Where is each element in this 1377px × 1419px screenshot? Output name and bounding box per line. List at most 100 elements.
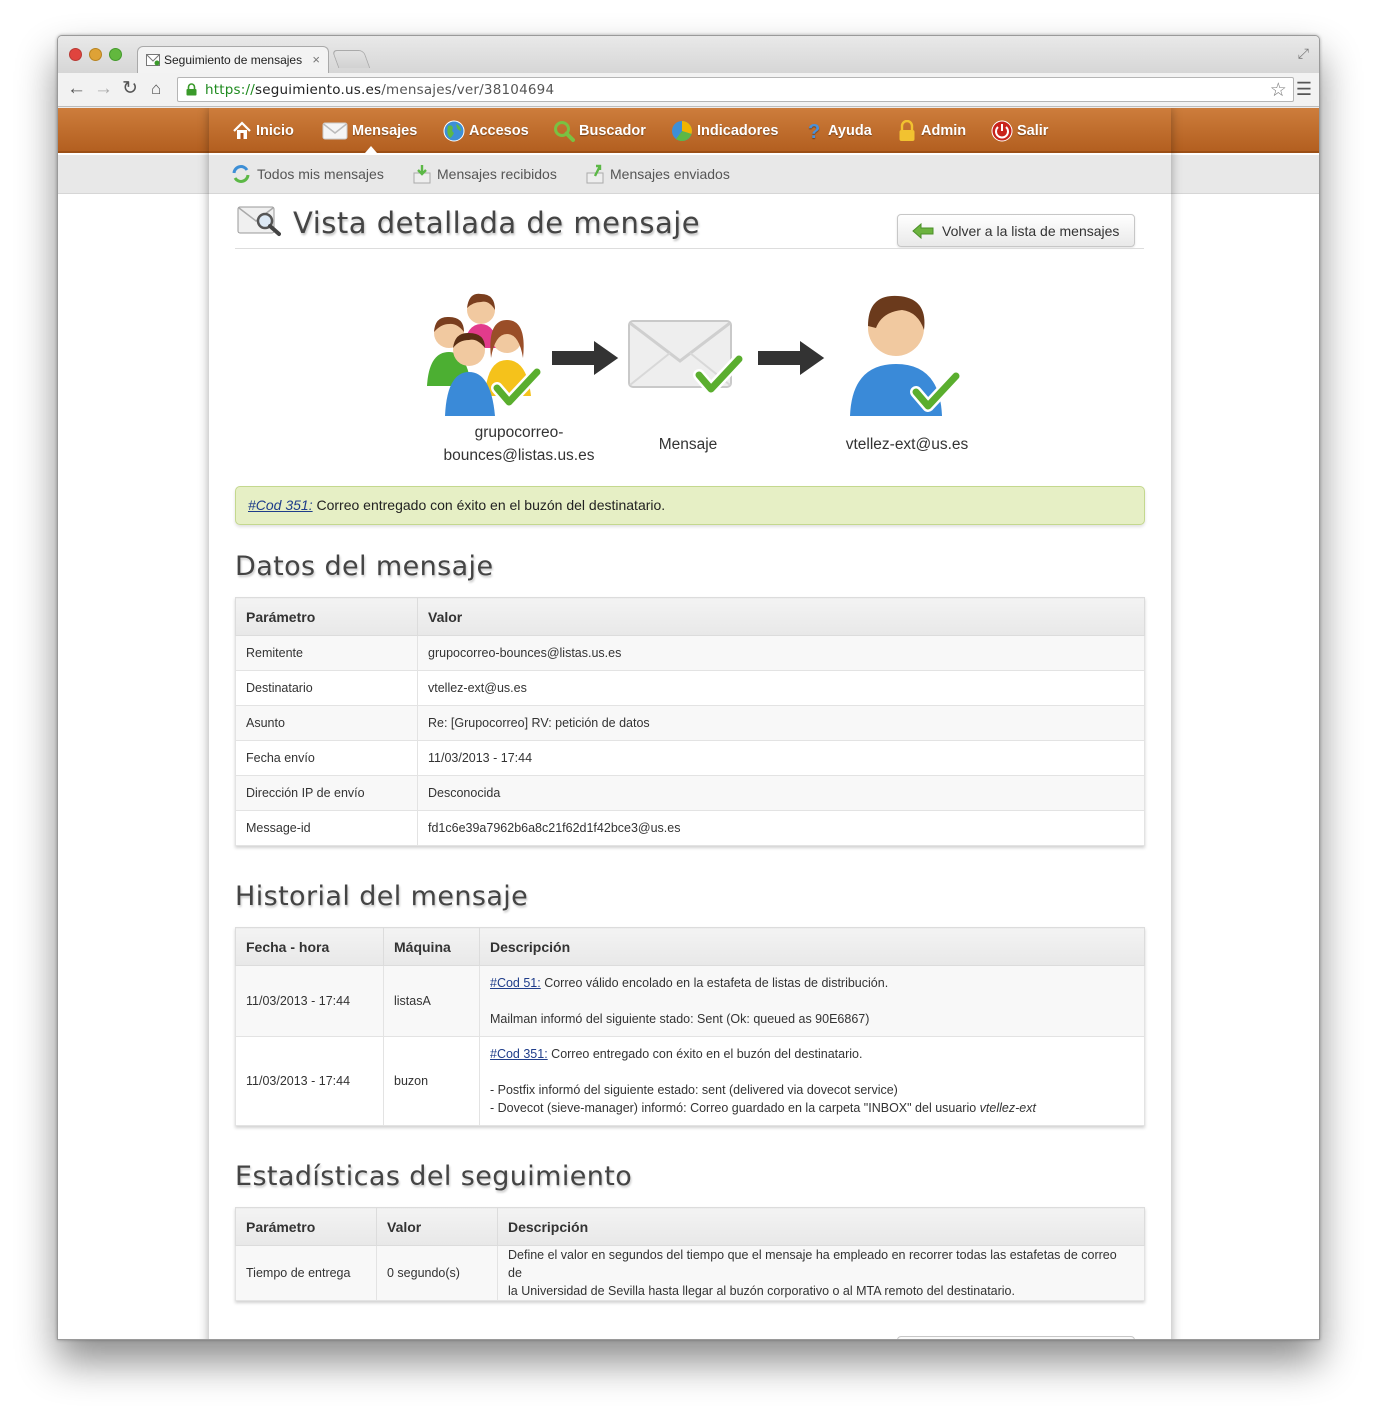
browser-tab[interactable]: Seguimiento de mensajes × [137, 46, 329, 74]
window-close-button[interactable] [69, 48, 82, 61]
column-header: Fecha - hora [235, 927, 384, 966]
tab-close-icon[interactable]: × [312, 52, 320, 67]
detail-line: - Dovecot (sieve-manager) informó: Corre… [490, 1101, 980, 1115]
nav-item-admin[interactable]: Admin [897, 119, 966, 143]
value-cell: 0 segundo(s) [376, 1245, 498, 1301]
nav-item-buscador[interactable]: Buscador [553, 119, 646, 143]
param-cell: Dirección IP de envío [235, 775, 418, 811]
column-header: Descripción [497, 1207, 1145, 1246]
table-header-row: Parámetro Valor [235, 597, 1145, 636]
nav-item-salir[interactable]: Salir [991, 119, 1048, 143]
url-host: seguimiento.us.es [255, 82, 382, 98]
back-arrow-icon[interactable]: ← [67, 78, 86, 100]
window-minimize-button[interactable] [89, 48, 102, 61]
table-row: Fecha envío 11/03/2013 - 17:44 [235, 740, 1145, 776]
group-users-icon [427, 293, 543, 416]
nav-label: Inicio [256, 123, 294, 139]
nav-label: Admin [921, 123, 967, 139]
page-title: Vista detallada de mensaje [293, 206, 701, 240]
historial-table: Fecha - hora Máquina Descripción 11/03/2… [235, 927, 1145, 1126]
sender-line-1: grupocorreo- [474, 424, 564, 441]
machine-cell: listasA [383, 965, 480, 1037]
description-cell: Define el valor en segundos del tiempo q… [497, 1245, 1145, 1301]
nav-item-ayuda[interactable]: ? Ayuda [806, 119, 872, 143]
nav-label: Buscador [579, 123, 646, 139]
value-cell: Desconocida [417, 775, 1145, 811]
alert-text: Correo entregado con éxito en el buzón d… [312, 497, 666, 513]
nav-item-mensajes[interactable]: Mensajes [322, 119, 417, 143]
svg-text:?: ? [808, 121, 820, 142]
nav-item-inicio[interactable]: Inicio [232, 119, 294, 143]
description-cell: #Cod 351: Correo entregado con éxito en … [479, 1036, 1145, 1126]
estadisticas-section-title: Estadísticas del seguimiento [235, 1161, 633, 1192]
magnifier-icon [554, 121, 575, 142]
browser-window: Seguimiento de mensajes × ⤢ ← → ↻ ⌂ http… [57, 35, 1320, 1340]
estadisticas-table: Parámetro Valor Descripción Tiempo de en… [235, 1207, 1145, 1301]
description-line: la Universidad de Sevilla hasta llegar a… [508, 1284, 1015, 1298]
help-icon: ? [808, 121, 820, 142]
active-menu-caret [365, 146, 377, 153]
browser-menu-icon[interactable]: ☰ [1296, 79, 1312, 100]
subnav-enviados[interactable]: Mensajes enviados [586, 162, 730, 186]
code-link[interactable]: #Cod 51: [490, 976, 541, 990]
detail-line: - Postfix informó del siguiente estado: … [490, 1083, 898, 1097]
nav-item-accesos[interactable]: Accesos [443, 119, 529, 143]
status-alert: #Cod 351: Correo entregado con éxito en … [235, 486, 1145, 525]
recipient-user-icon [850, 295, 962, 416]
column-header: Descripción [479, 927, 1145, 966]
column-header: Máquina [383, 927, 480, 966]
lock-icon [899, 120, 915, 141]
column-header: Parámetro [235, 1207, 377, 1246]
outbox-upload-icon [586, 164, 604, 184]
param-cell: Asunto [235, 705, 418, 741]
favicon-icon [146, 54, 160, 66]
globe-icon [443, 120, 465, 142]
code-text: Correo válido encolado en la estafeta de… [540, 976, 889, 990]
flow-sender-label: grupocorreo- bounces@listas.us.es [419, 421, 619, 467]
subnav-recibidos[interactable]: Mensajes recibidos [413, 162, 557, 186]
power-icon [991, 120, 1013, 142]
window-maximize-button[interactable] [109, 48, 122, 61]
datos-section-title: Datos del mensaje [235, 551, 494, 582]
value-cell: 11/03/2013 - 17:44 [417, 740, 1145, 776]
date-cell: 11/03/2013 - 17:44 [235, 1036, 384, 1126]
table-row: Tiempo de entrega 0 segundo(s) Define el… [235, 1245, 1145, 1301]
envelope-icon [322, 122, 348, 140]
alert-code-link[interactable]: #Cod 351: [248, 497, 313, 513]
content-column: Inicio Mensajes Accesos Buscador Indicad… [209, 108, 1171, 1339]
arrow-right-icon [756, 337, 828, 379]
home-button-icon[interactable]: ⌂ [151, 78, 161, 100]
bottom-back-button[interactable] [897, 1336, 1135, 1339]
column-header: Valor [376, 1207, 498, 1246]
column-header: Valor [417, 597, 1145, 636]
address-bar[interactable]: https://seguimiento.us.es/mensajes/ver/3… [177, 77, 1294, 102]
reload-icon[interactable]: ↻ [122, 78, 138, 100]
forward-arrow-icon[interactable]: → [94, 78, 113, 100]
fullscreen-icon[interactable]: ⤢ [1298, 45, 1309, 62]
subnav-todos[interactable]: Todos mis mensajes [231, 162, 384, 186]
param-cell: Remitente [235, 635, 418, 671]
url-scheme: https:// [205, 82, 255, 98]
table-row: Remitente grupocorreo-bounces@listas.us.e… [235, 635, 1145, 671]
param-cell: Destinatario [235, 670, 418, 706]
value-cell: fd1c6e39a7962b6a8c21f62d1f42bce3@us.es [417, 810, 1145, 846]
nav-item-indicadores[interactable]: Indicadores [671, 119, 778, 143]
bookmark-star-icon[interactable]: ☆ [1270, 79, 1287, 101]
param-cell: Tiempo de entrega [235, 1245, 377, 1301]
nav-label: Ayuda [828, 123, 872, 139]
url-path: /mensajes/ver/38104694 [381, 82, 555, 98]
detail-line: Mailman informó del siguiente stado: Sen… [490, 1012, 870, 1026]
table-row: 11/03/2013 - 17:44 listasA #Cod 51: Corr… [235, 965, 1145, 1037]
home-icon [233, 121, 251, 139]
code-link[interactable]: #Cod 351: [490, 1047, 548, 1061]
description-line: Define el valor en segundos del tiempo q… [508, 1248, 1117, 1280]
value-cell: grupocorreo-bounces@listas.us.es [417, 635, 1145, 671]
table-row: Destinatario vtellez-ext@us.es [235, 670, 1145, 706]
nav-label: Accesos [469, 123, 529, 139]
padlock-icon [186, 83, 197, 96]
table-row: Asunto Re: [Grupocorreo] RV: petición de … [235, 705, 1145, 741]
inbox-download-icon [413, 165, 431, 184]
subnav-label: Todos mis mensajes [257, 166, 384, 182]
back-to-list-button[interactable]: Volver a la lista de mensajes [897, 214, 1135, 247]
new-tab-button[interactable] [331, 50, 371, 68]
